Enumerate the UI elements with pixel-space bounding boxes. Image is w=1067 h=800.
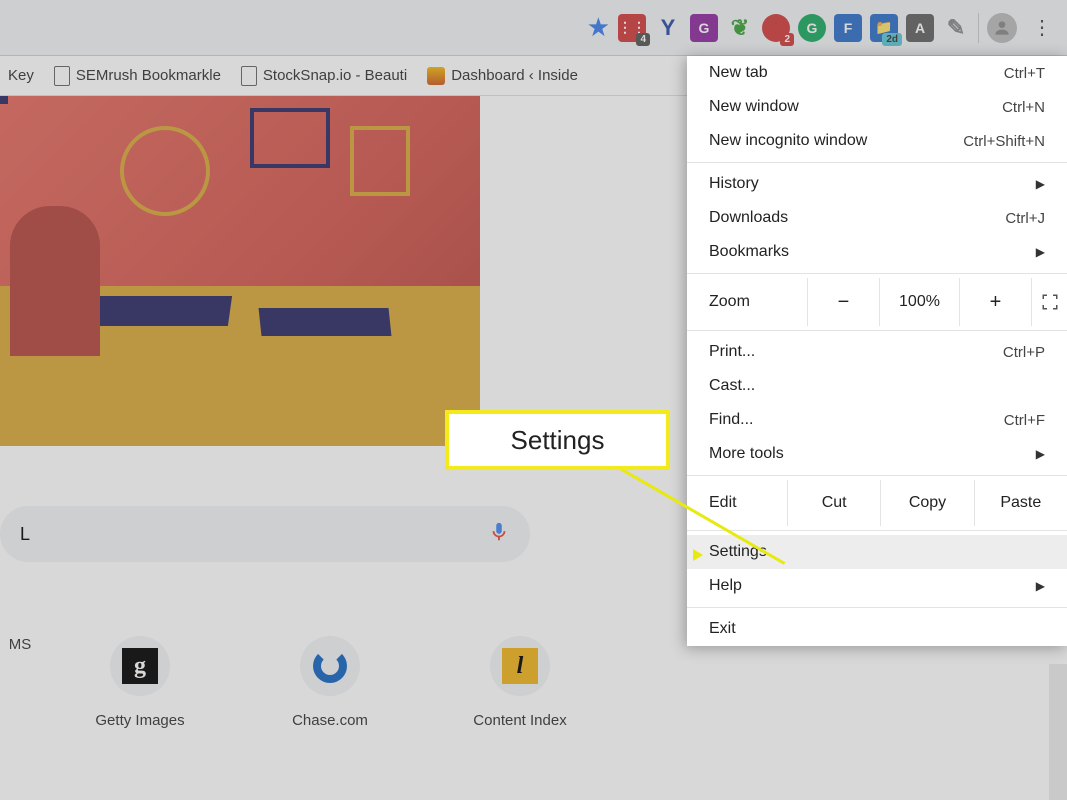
extension-icon-adobe[interactable]: A [906,14,934,42]
copy-button[interactable]: Copy [880,480,973,526]
document-icon [241,66,257,86]
menu-edit-row: Edit Cut Copy Paste [687,480,1067,526]
menu-find[interactable]: Find...Ctrl+F [687,403,1067,437]
edit-label: Edit [687,480,787,526]
browser-toolbar: ★ ⋮⋮4 Y G ❦ 2 G F 📁2d A ✎ ⋮ [0,0,1067,56]
menu-zoom-row: Zoom − 100% + [687,278,1067,326]
extension-icon-blue-f[interactable]: F [834,14,862,42]
bookmark-dashboard[interactable]: Dashboard ‹ Inside [427,67,578,85]
extension-icon-pen[interactable]: ✎ [942,14,970,42]
menu-exit[interactable]: Exit [687,612,1067,646]
extension-badge: 4 [636,33,650,46]
menu-separator [687,607,1067,608]
menu-downloads[interactable]: DownloadsCtrl+J [687,201,1067,235]
document-icon [54,66,70,86]
bookmark-semrush[interactable]: SEMrush Bookmarkle [54,66,221,86]
fullscreen-button[interactable] [1031,278,1067,326]
zoom-label: Zoom [687,278,807,326]
menu-cast[interactable]: Cast... [687,369,1067,403]
extension-icon-red[interactable]: ⋮⋮4 [618,14,646,42]
extension-badge: 2 [780,33,794,46]
menu-separator [687,475,1067,476]
extension-icon-grammarly[interactable]: G [798,14,826,42]
cut-button[interactable]: Cut [787,480,880,526]
microphone-icon[interactable] [488,521,510,548]
menu-history[interactable]: History▶ [687,167,1067,201]
annotation-arrow-icon [693,549,703,561]
zoom-in-button[interactable]: + [959,278,1031,326]
menu-new-window[interactable]: New windowCtrl+N [687,90,1067,124]
toolbar-right-cluster: ★ ⋮⋮4 Y G ❦ 2 G F 📁2d A ✎ ⋮ [587,11,1059,45]
zoom-value: 100% [879,278,959,326]
zoom-out-button[interactable]: − [807,278,879,326]
profile-avatar-icon[interactable] [987,13,1017,43]
dashboard-favicon [427,67,445,85]
chevron-right-icon: ▶ [1036,245,1045,259]
menu-separator [687,330,1067,331]
bookmark-star-icon[interactable]: ★ [587,12,610,43]
extension-icon-folder[interactable]: 📁2d [870,14,898,42]
page-scrollbar[interactable] [1049,664,1067,800]
extension-icon-vine[interactable]: 2 [762,14,790,42]
search-input[interactable] [20,524,488,545]
bookmark-key[interactable]: Key [8,67,34,84]
menu-more-tools[interactable]: More tools▶ [687,437,1067,471]
shortcuts-row: MS gGetty Images Chase.com lContent Inde… [0,636,580,729]
chevron-right-icon: ▶ [1036,177,1045,191]
chrome-main-menu: New tabCtrl+T New windowCtrl+N New incog… [687,56,1067,646]
extension-icon-evernote[interactable]: ❦ [726,14,754,42]
menu-new-tab[interactable]: New tabCtrl+T [687,56,1067,90]
google-doodle[interactable] [0,96,480,446]
shortcut-content-index[interactable]: lContent Index [460,636,580,729]
chevron-right-icon: ▶ [1036,447,1045,461]
extension-icon-purple[interactable]: G [690,14,718,42]
chevron-right-icon: ▶ [1036,579,1045,593]
search-box[interactable] [0,506,530,562]
shortcut-ms[interactable]: MS [0,636,40,729]
menu-bookmarks[interactable]: Bookmarks▶ [687,235,1067,269]
menu-separator [687,273,1067,274]
extension-icon-y[interactable]: Y [654,14,682,42]
shortcut-getty[interactable]: gGetty Images [80,636,200,729]
paste-button[interactable]: Paste [974,480,1067,526]
bookmark-stocksnap[interactable]: StockSnap.io - Beauti [241,66,407,86]
menu-separator [687,162,1067,163]
menu-incognito[interactable]: New incognito windowCtrl+Shift+N [687,124,1067,158]
shortcut-chase[interactable]: Chase.com [270,636,390,729]
kebab-menu-icon[interactable]: ⋮ [1025,11,1059,45]
extension-badge: 2d [882,33,902,46]
menu-help[interactable]: Help▶ [687,569,1067,603]
annotation-callout: Settings [445,410,670,470]
menu-print[interactable]: Print...Ctrl+P [687,335,1067,369]
menu-separator [687,530,1067,531]
toolbar-divider [978,13,979,43]
